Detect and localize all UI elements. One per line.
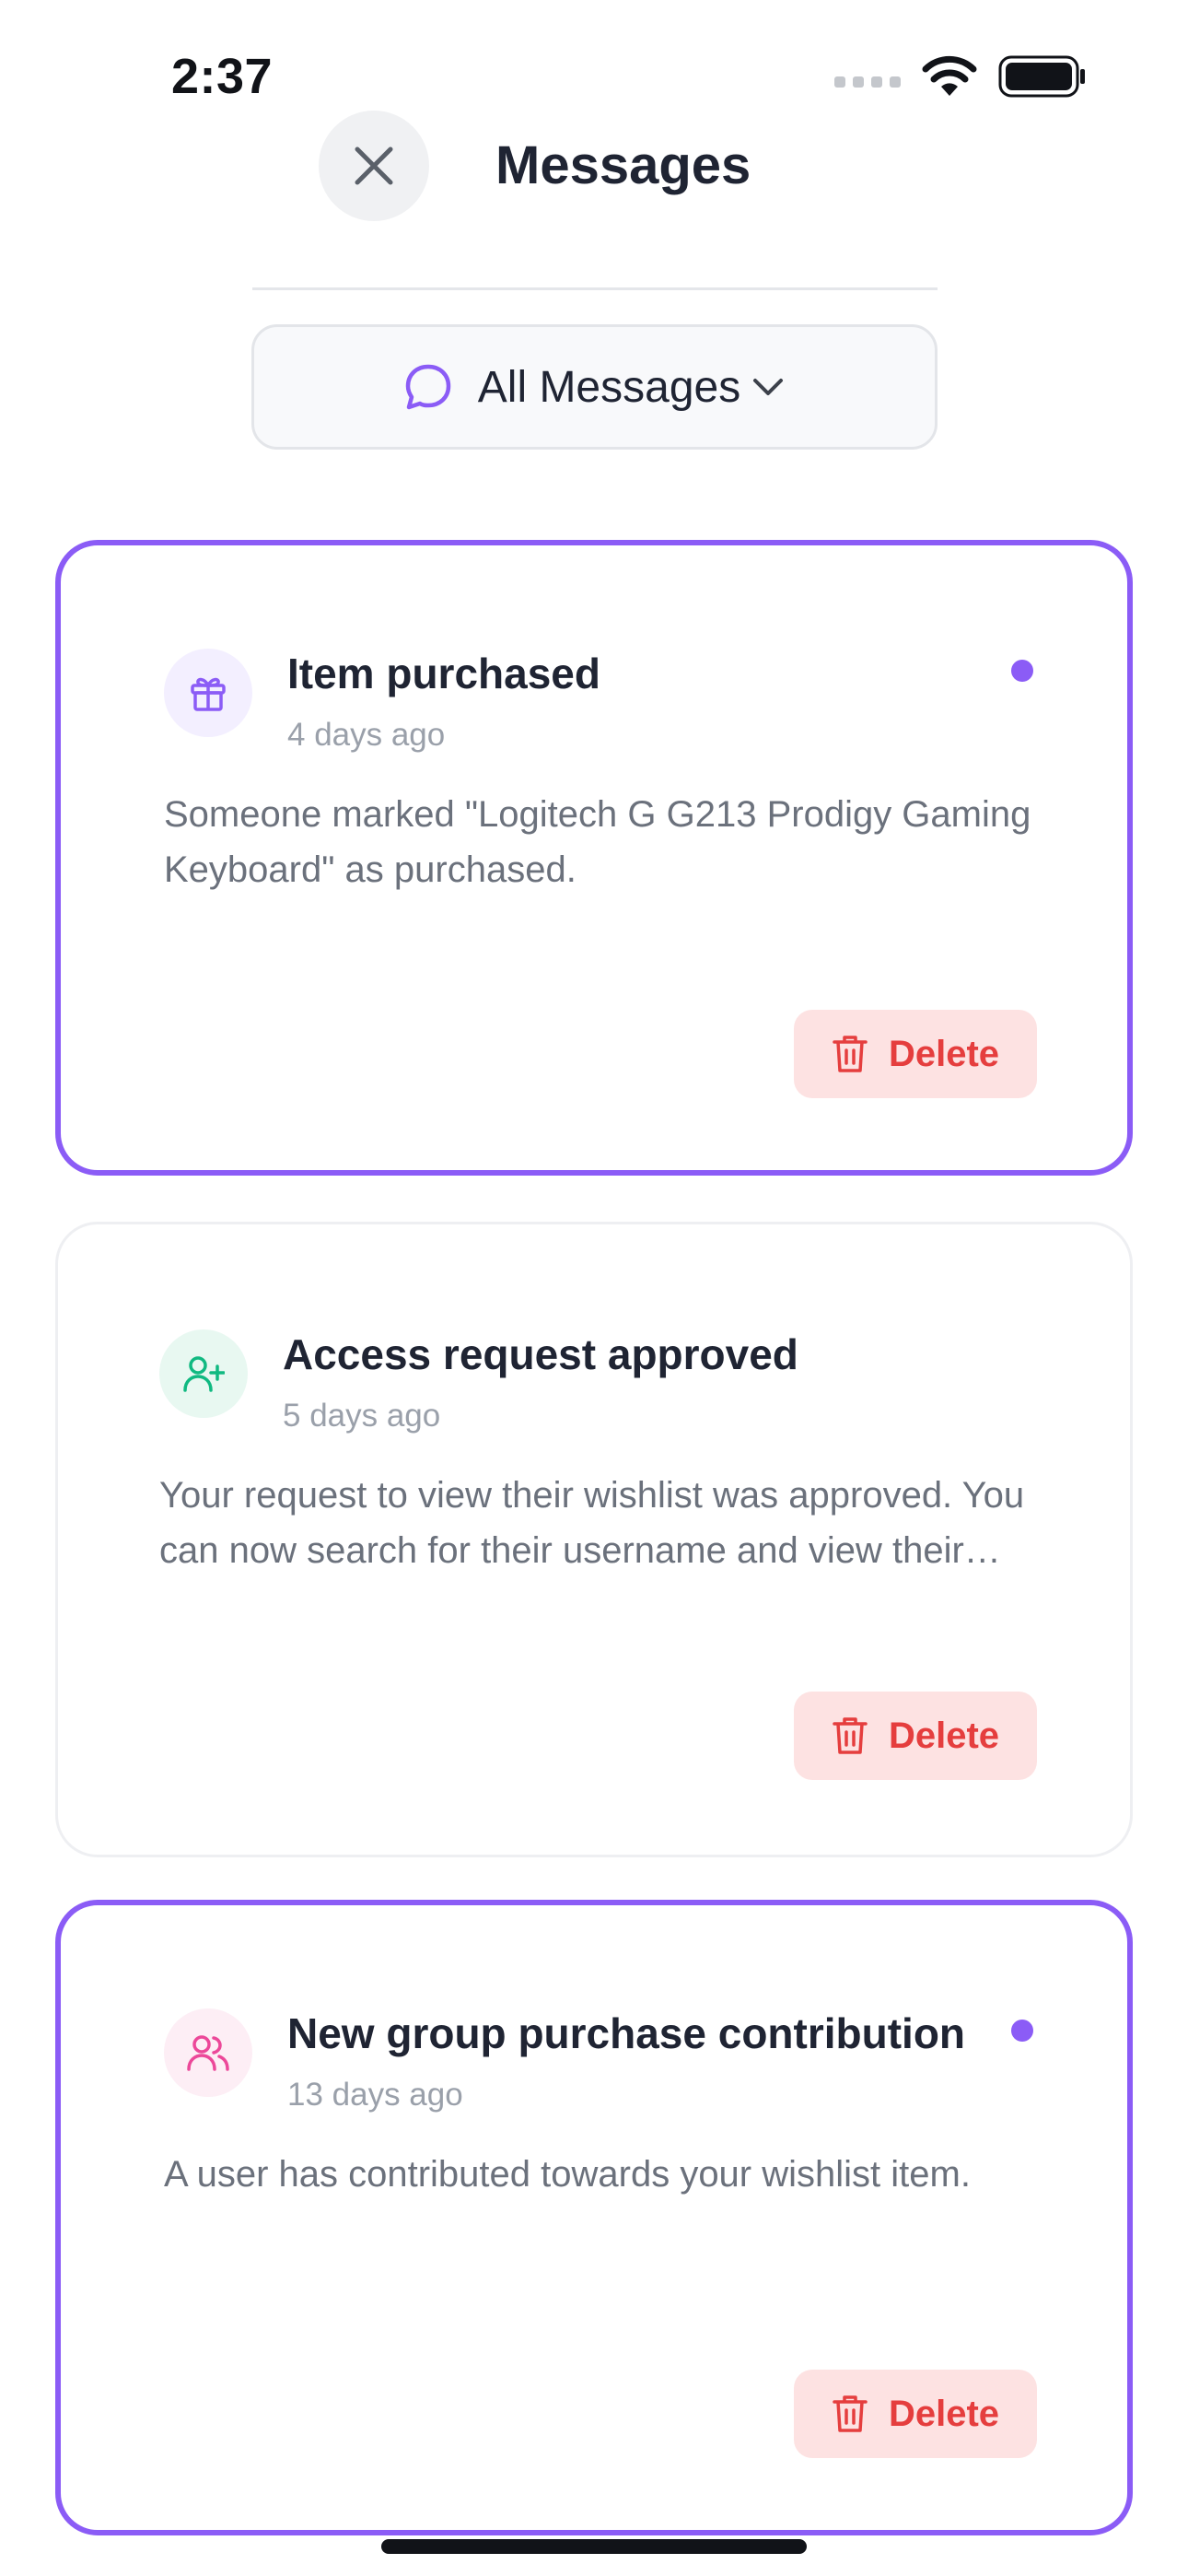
- delete-label: Delete: [888, 2393, 1000, 2434]
- delete-button[interactable]: Delete: [794, 1010, 1037, 1098]
- message-bubble-icon: [405, 364, 451, 410]
- status-time: 2:37: [171, 49, 274, 104]
- message-filter-dropdown[interactable]: All Messages: [251, 324, 938, 450]
- delete-button[interactable]: Delete: [794, 2370, 1037, 2458]
- close-icon: [355, 146, 393, 185]
- message-time: 13 days ago: [287, 2077, 463, 2113]
- wifi-icon: [922, 55, 977, 96]
- gift-icon: [191, 677, 226, 711]
- trash-icon: [833, 2395, 868, 2432]
- page-title: Messages: [495, 135, 751, 195]
- message-title: Access request approved: [283, 1330, 798, 1378]
- battery-icon: [998, 55, 1085, 98]
- home-indicator[interactable]: [381, 2539, 807, 2554]
- message-body: Someone marked "Logitech G G213 Prodigy …: [164, 794, 1031, 890]
- message-time: 4 days ago: [287, 717, 446, 753]
- delete-label: Delete: [888, 1033, 1000, 1074]
- status-icons: [834, 55, 1087, 98]
- cellular-signal-icon: [834, 76, 901, 88]
- message-time: 5 days ago: [283, 1398, 441, 1434]
- unread-indicator: [1011, 2020, 1033, 2042]
- filter-label: All Messages: [477, 362, 741, 412]
- message-icon: [164, 649, 252, 737]
- chevron-down-icon: [753, 379, 784, 395]
- close-button[interactable]: [319, 111, 429, 221]
- message-title: New group purchase contribution: [287, 2009, 966, 2057]
- trash-icon: [833, 1036, 868, 1072]
- message-title: Item purchased: [287, 650, 600, 697]
- delete-button[interactable]: Delete: [794, 1692, 1037, 1780]
- users-icon: [187, 2035, 229, 2071]
- delete-label: Delete: [888, 1715, 1000, 1756]
- user-plus-icon: [183, 1356, 225, 1392]
- unread-indicator: [1011, 660, 1033, 682]
- trash-icon: [833, 1717, 868, 1754]
- message-card[interactable]: Item purchased 4 days ago Someone marked…: [55, 540, 1133, 1176]
- message-card[interactable]: Access request approved 5 days ago Your …: [55, 1222, 1133, 1857]
- message-icon: [159, 1329, 248, 1418]
- message-body: A user has contributed towards your wish…: [164, 2154, 971, 2195]
- message-icon: [164, 2008, 252, 2097]
- message-body: Your request to view their wishlist was …: [159, 1475, 1025, 1571]
- header-divider: [252, 287, 938, 290]
- message-card[interactable]: New group purchase contribution 13 days …: [55, 1900, 1133, 2535]
